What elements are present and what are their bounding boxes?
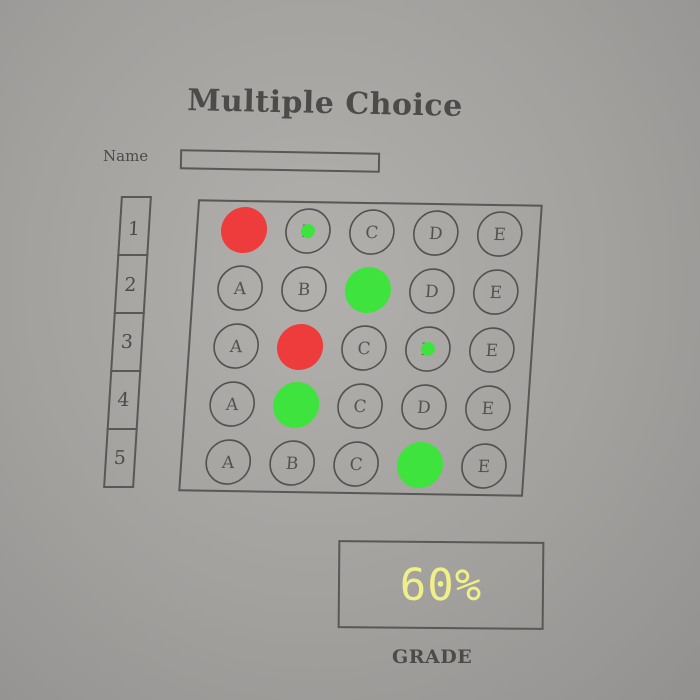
- bubble-q3-d[interactable]: D: [404, 326, 451, 372]
- bubble-q2-d[interactable]: D: [408, 268, 455, 314]
- question-number-2: 2: [123, 274, 138, 296]
- bubble-q4-c[interactable]: C: [337, 383, 384, 429]
- filled-bubble-correct: [344, 267, 391, 314]
- bubble-q3-c[interactable]: C: [341, 325, 388, 371]
- bubble-q1-c[interactable]: C: [348, 209, 395, 255]
- question-number-5: 5: [113, 447, 127, 469]
- bubble-letter: B: [297, 280, 311, 300]
- bubble-q5-e[interactable]: E: [460, 443, 507, 489]
- question-number-column: 1 2 3 4 5: [78, 196, 152, 488]
- answer-bubbles: B C D E A B D E A C D E A C D E A B C E: [205, 207, 523, 489]
- grade-value: 60%: [399, 559, 483, 611]
- bubble-q1-e[interactable]: E: [476, 211, 523, 257]
- bubble-q2-c[interactable]: [343, 267, 392, 314]
- bubble-q2-a[interactable]: A: [217, 265, 264, 311]
- question-number-1: 1: [127, 218, 141, 240]
- bubble-q5-d[interactable]: [395, 442, 444, 489]
- question-number-3: 3: [120, 331, 134, 353]
- filled-bubble-correct: [273, 382, 320, 429]
- bubble-letter: A: [220, 453, 235, 473]
- bubble-letter: D: [416, 398, 431, 418]
- name-field[interactable]: [179, 149, 381, 173]
- question-number-4: 4: [116, 389, 131, 411]
- filled-bubble-incorrect: [277, 324, 324, 371]
- filled-bubble-correct: [397, 442, 444, 489]
- bubble-letter: E: [489, 283, 503, 303]
- bubble-q3-a[interactable]: A: [213, 323, 260, 369]
- sheet-title: Multiple Choice: [186, 83, 464, 124]
- bubble-letter: A: [232, 279, 247, 299]
- bubble-q4-b[interactable]: [272, 382, 321, 429]
- bubble-q4-d[interactable]: D: [401, 384, 448, 430]
- bubble-q4-a[interactable]: A: [209, 381, 256, 427]
- bubble-q2-b[interactable]: B: [281, 266, 328, 312]
- bubble-letter: E: [485, 341, 499, 361]
- bubble-letter: A: [224, 395, 239, 415]
- bubble-letter: E: [481, 399, 495, 419]
- bubble-q3-e[interactable]: E: [468, 327, 515, 373]
- bubble-q5-a[interactable]: A: [205, 439, 252, 485]
- bubble-q4-e[interactable]: E: [464, 385, 511, 431]
- bubble-letter: D: [428, 224, 443, 244]
- bubble-q5-c[interactable]: C: [333, 441, 380, 487]
- bubble-q1-b[interactable]: B: [284, 208, 331, 254]
- bubble-q1-a[interactable]: [219, 207, 268, 254]
- bubble-letter: D: [424, 282, 439, 302]
- bubble-q5-b[interactable]: B: [269, 440, 316, 486]
- bubble-q3-b[interactable]: [276, 324, 325, 371]
- name-label: Name: [103, 147, 149, 165]
- bubble-letter: C: [365, 223, 379, 243]
- bubble-letter: B: [285, 454, 299, 474]
- answer-grid: B C D E A B D E A C D E A C D E A B C E: [178, 199, 543, 497]
- bubble-q1-d[interactable]: D: [412, 210, 459, 256]
- bubble-letter: E: [477, 457, 491, 477]
- grade-label: GRADE: [392, 646, 473, 668]
- bubble-letter: C: [353, 397, 367, 417]
- bubble-q2-e[interactable]: E: [472, 269, 519, 315]
- bubble-letter: E: [493, 225, 507, 245]
- grade-box: 60%: [337, 540, 545, 630]
- bubble-letter: A: [228, 337, 243, 357]
- bubble-letter: C: [349, 455, 363, 475]
- bubble-letter: C: [357, 339, 371, 359]
- filled-bubble-incorrect: [220, 207, 268, 254]
